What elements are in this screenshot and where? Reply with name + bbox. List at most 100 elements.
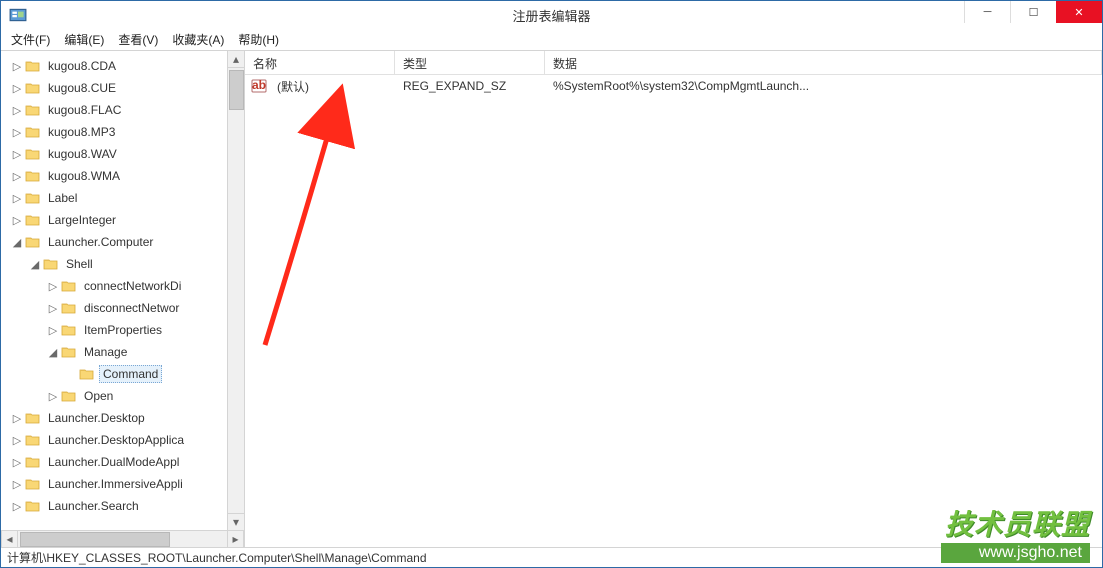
tree-label: Open bbox=[81, 388, 116, 404]
folder-icon bbox=[43, 256, 59, 272]
tree-expander[interactable]: ▷ bbox=[9, 456, 25, 469]
folder-icon bbox=[61, 278, 77, 294]
scroll-right-arrow[interactable]: ▸ bbox=[227, 531, 244, 548]
tree-expander[interactable]: ▷ bbox=[45, 324, 61, 337]
tree-label: LargeInteger bbox=[45, 212, 119, 228]
tree-expander[interactable]: ▷ bbox=[9, 170, 25, 183]
tree-label: disconnectNetwor bbox=[81, 300, 182, 316]
column-type[interactable]: 类型 bbox=[395, 51, 545, 74]
folder-icon bbox=[61, 388, 77, 404]
tree-expander[interactable]: ◢ bbox=[9, 236, 25, 249]
tree-expander[interactable]: ▷ bbox=[9, 214, 25, 227]
tree-expander[interactable]: ▷ bbox=[9, 478, 25, 491]
tree-item[interactable]: ▷connectNetworkDi bbox=[3, 275, 244, 297]
tree-item[interactable]: ◢ Shell bbox=[3, 253, 244, 275]
vertical-scrollbar[interactable]: ▴ ▾ bbox=[227, 51, 244, 530]
tree-expander[interactable]: ◢ bbox=[45, 346, 61, 359]
tree-item[interactable]: ▷ disconnectNetwor bbox=[3, 297, 244, 319]
folder-icon bbox=[25, 498, 41, 514]
menu-favorites[interactable]: 收藏夹(A) bbox=[172, 31, 224, 48]
tree-expander[interactable]: ▷ bbox=[9, 104, 25, 117]
folder-icon bbox=[79, 366, 95, 382]
tree-label: Launcher.ImmersiveAppli bbox=[45, 476, 186, 492]
tree-label: Launcher.Computer bbox=[45, 234, 156, 250]
tree-expander[interactable]: ▷ bbox=[9, 148, 25, 161]
cell-name: (默认) bbox=[269, 76, 395, 97]
tree-item[interactable]: ▷ kugou8.CDA bbox=[3, 55, 244, 77]
minimize-button[interactable]: ─ bbox=[964, 1, 1010, 23]
tree-label: Shell bbox=[63, 256, 96, 272]
cell-data: %SystemRoot%\system32\CompMgmtLaunch... bbox=[545, 77, 1102, 95]
tree-label: kugou8.FLAC bbox=[45, 102, 124, 118]
tree-item[interactable]: ▷ ItemProperties bbox=[3, 319, 244, 341]
tree-expander[interactable]: ▷ bbox=[9, 500, 25, 513]
tree-expander[interactable]: ▷ bbox=[45, 280, 61, 293]
tree-label: kugou8.CDA bbox=[45, 58, 119, 74]
folder-icon bbox=[25, 58, 41, 74]
tree-item[interactable]: ▷Launcher.Desktop bbox=[3, 407, 244, 429]
tree-item[interactable]: ▷ LargeInteger bbox=[3, 209, 244, 231]
tree-expander[interactable]: ▷ bbox=[9, 60, 25, 73]
folder-icon bbox=[25, 234, 41, 250]
tree-item[interactable]: ▷ Launcher.ImmersiveAppli bbox=[3, 473, 244, 495]
tree-item[interactable]: ▷ Launcher.DesktopApplica bbox=[3, 429, 244, 451]
tree-item[interactable]: ◢ Manage bbox=[3, 341, 244, 363]
folder-icon bbox=[25, 190, 41, 206]
list-row[interactable]: ab(默认)REG_EXPAND_SZ%SystemRoot%\system32… bbox=[245, 75, 1102, 97]
tree-label: Launcher.DualModeAppl bbox=[45, 454, 182, 470]
maximize-button[interactable]: ☐ bbox=[1010, 1, 1056, 23]
menu-file[interactable]: 文件(F) bbox=[11, 31, 50, 48]
tree-expander[interactable]: ▷ bbox=[9, 192, 25, 205]
tree-item[interactable]: ▷ kugou8.CUE bbox=[3, 77, 244, 99]
scroll-down-arrow[interactable]: ▾ bbox=[228, 513, 244, 530]
menu-view[interactable]: 查看(V) bbox=[118, 31, 158, 48]
window-controls: ─ ☐ ✕ bbox=[964, 1, 1102, 23]
list-pane: 名称 类型 数据 ab(默认)REG_EXPAND_SZ%SystemRoot%… bbox=[245, 51, 1102, 547]
tree-item[interactable]: ▷ kugou8.WMA bbox=[3, 165, 244, 187]
tree-item[interactable]: ▷kugou8.MP3 bbox=[3, 121, 244, 143]
tree-item[interactable]: ▷Launcher.Search bbox=[3, 495, 244, 517]
menu-bar: 文件(F) 编辑(E) 查看(V) 收藏夹(A) 帮助(H) bbox=[1, 29, 1102, 51]
folder-icon bbox=[25, 212, 41, 228]
tree-expander[interactable]: ▷ bbox=[45, 390, 61, 403]
svg-text:ab: ab bbox=[252, 78, 266, 92]
tree-expander[interactable]: ▷ bbox=[9, 82, 25, 95]
tree-label: Manage bbox=[81, 344, 130, 360]
tree-label: ItemProperties bbox=[81, 322, 165, 338]
tree-label: kugou8.CUE bbox=[45, 80, 119, 96]
tree-expander[interactable]: ◢ bbox=[27, 258, 43, 271]
tree-pane: ▷kugou8.CDA▷kugou8.CUE▷kugou8.FLAC▷kugou… bbox=[1, 51, 245, 547]
tree-expander[interactable]: ▷ bbox=[45, 302, 61, 315]
folder-icon bbox=[25, 168, 41, 184]
tree-item[interactable]: ▷ Open bbox=[3, 385, 244, 407]
tree-label: Command bbox=[99, 365, 162, 383]
close-button[interactable]: ✕ bbox=[1056, 1, 1102, 23]
column-data[interactable]: 数据 bbox=[545, 51, 1102, 74]
regedit-app-icon bbox=[9, 6, 27, 24]
column-name[interactable]: 名称 bbox=[245, 51, 395, 74]
horizontal-scrollbar[interactable]: ◂ ▸ bbox=[1, 530, 244, 547]
folder-icon bbox=[61, 322, 77, 338]
menu-edit[interactable]: 编辑(E) bbox=[64, 31, 104, 48]
tree-expander[interactable]: ▷ bbox=[9, 434, 25, 447]
window-title: 注册表编辑器 bbox=[512, 6, 590, 25]
tree-item[interactable]: ▷ kugou8.FLAC bbox=[3, 99, 244, 121]
scroll-up-arrow[interactable]: ▴ bbox=[228, 51, 244, 68]
folder-icon bbox=[25, 476, 41, 492]
menu-help[interactable]: 帮助(H) bbox=[238, 31, 279, 48]
scroll-thumb[interactable] bbox=[20, 532, 170, 547]
tree-item[interactable]: ◢ Launcher.Computer bbox=[3, 231, 244, 253]
scroll-thumb[interactable] bbox=[229, 70, 244, 110]
tree-label: Launcher.DesktopApplica bbox=[45, 432, 187, 448]
tree-item[interactable]: ▷kugou8.WAV bbox=[3, 143, 244, 165]
tree-item[interactable]: ▷Label bbox=[3, 187, 244, 209]
tree-expander[interactable]: ▷ bbox=[9, 126, 25, 139]
folder-icon bbox=[25, 454, 41, 470]
tree-item[interactable]: ▷ Launcher.DualModeAppl bbox=[3, 451, 244, 473]
tree-expander[interactable]: ▷ bbox=[9, 412, 25, 425]
folder-icon bbox=[25, 410, 41, 426]
tree-item[interactable]: Command bbox=[3, 363, 244, 385]
tree-label: kugou8.WMA bbox=[45, 168, 123, 184]
scroll-left-arrow[interactable]: ◂ bbox=[1, 531, 18, 548]
list-header: 名称 类型 数据 bbox=[245, 51, 1102, 75]
